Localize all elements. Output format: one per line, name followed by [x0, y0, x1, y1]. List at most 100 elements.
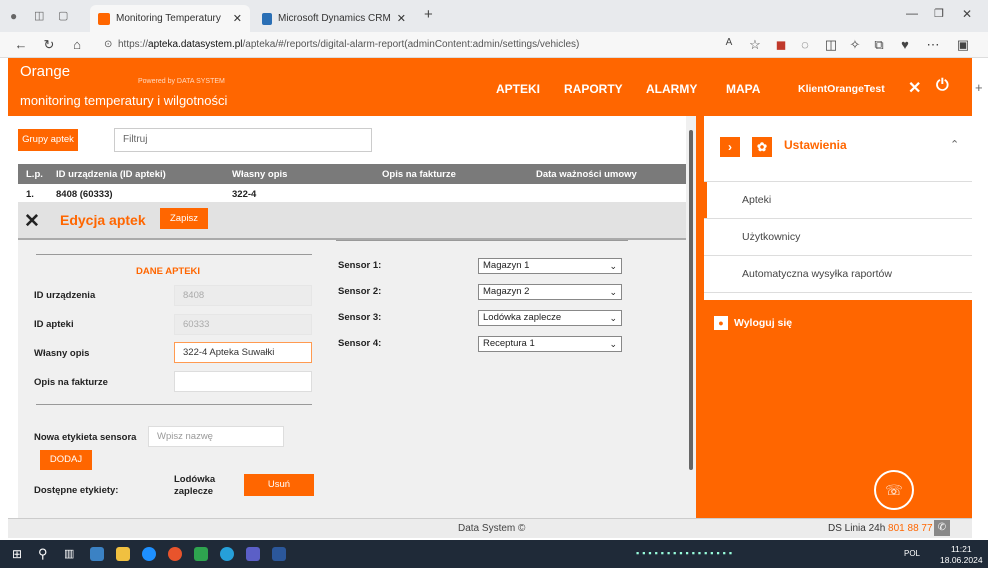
more-icon[interactable]: ⋯ — [924, 37, 942, 53]
close-tab-icon[interactable]: ✕ — [233, 12, 242, 25]
phone-icon[interactable]: ✆ — [934, 520, 950, 536]
performance-icon[interactable]: ♥ — [896, 37, 914, 52]
system-tray-icons[interactable]: ▪▪▪▪▪▪▪▪▪▪▪▪▪▪▪▪ — [636, 548, 856, 562]
grupy-aptek-button[interactable]: Grupy aptek — [18, 129, 78, 151]
main-scrollbar[interactable] — [686, 116, 696, 518]
url-field[interactable]: ⊙ https://apteka.datasystem.pl/apteka/#/… — [104, 35, 694, 55]
teams-icon[interactable] — [246, 547, 260, 561]
chevron-down-icon: ⌄ — [609, 261, 617, 271]
reload-icon[interactable]: ↻ — [40, 37, 58, 53]
favorite-star-icon[interactable]: ☆ — [746, 37, 764, 53]
main-content: Grupy aptek Filtruj L.p. ID urządzenia (… — [8, 116, 696, 518]
chevron-down-icon: ⌄ — [609, 313, 617, 323]
read-aloud-icon[interactable]: A — [720, 37, 738, 48]
nowa-etykieta-input[interactable]: Wpisz nazwę — [148, 426, 284, 447]
settings-title: Ustawienia — [784, 138, 847, 152]
collections-icon[interactable]: ⧉ — [870, 37, 888, 53]
wlasny-opis-field[interactable]: 322-4 Apteka Suwałki — [174, 342, 312, 363]
nav-alarmy[interactable]: ALARMY — [646, 82, 697, 96]
powered-by: Powered by DATA SYSTEM — [138, 78, 225, 85]
close-window-icon[interactable]: ✕ — [962, 7, 972, 21]
clock[interactable]: 11:21 18.06.2024 — [940, 544, 983, 566]
file-explorer-icon[interactable] — [116, 547, 130, 561]
new-tab-icon[interactable]: + — [424, 6, 433, 23]
brand-name: Orange — [20, 63, 71, 80]
nav-raporty[interactable]: RAPORTY — [564, 82, 623, 96]
tab-actions-icon[interactable]: ▢ — [58, 9, 68, 22]
expand-arrow-icon[interactable]: › — [720, 137, 740, 157]
sidebar-icon[interactable]: ▣ — [954, 37, 972, 53]
table-row[interactable]: 1. 8408 (60333) 322-4 — [18, 184, 694, 202]
workspaces-icon[interactable]: ◫ — [34, 9, 44, 22]
home-icon[interactable]: ⌂ — [68, 37, 86, 52]
search-icon[interactable]: ⚲ — [38, 546, 48, 562]
usun-button[interactable]: Usuń — [244, 474, 314, 496]
dynamics-favicon-icon — [262, 12, 272, 25]
nav-apteki[interactable]: APTEKI — [496, 82, 540, 96]
cell-id: 8408 (60333) — [56, 189, 113, 200]
clock-date: 18.06.2024 — [940, 555, 983, 565]
chevron-up-icon[interactable]: ⌃ — [950, 138, 959, 151]
refresh-ext-icon[interactable]: ◌ — [796, 37, 814, 52]
save-button[interactable]: Zapisz — [160, 208, 208, 229]
nav-mapa[interactable]: MAPA — [726, 82, 760, 96]
etykieta-name: Lodówka zaplecze — [174, 474, 216, 497]
settings-item-apteki[interactable]: Apteki — [704, 182, 972, 219]
back-icon[interactable]: ← — [12, 37, 30, 52]
power-icon[interactable]: ⏻ — [936, 77, 949, 95]
skype-icon[interactable] — [142, 547, 156, 561]
footer: Data System © DS Linia 24h 801 88 77 88 … — [8, 518, 972, 538]
user-name[interactable]: KlientOrangeTest — [798, 83, 885, 95]
cell-lp: 1. — [26, 189, 34, 200]
task-view-icon[interactable]: ▥ — [64, 547, 74, 560]
favorites-icon[interactable]: ✧ — [846, 37, 864, 53]
split-screen-icon[interactable]: ◫ — [822, 37, 840, 53]
logout-button[interactable]: ● Wyloguj się — [714, 316, 792, 330]
sensor-1-select[interactable]: Magazyn 1 ⌄ — [478, 258, 622, 274]
restore-icon[interactable]: ❐ — [934, 7, 944, 20]
settings-header[interactable]: › ✿ Ustawienia ⌃ — [704, 116, 972, 182]
dodaj-button[interactable]: DODAJ — [40, 450, 92, 470]
close-icon[interactable]: ✕ — [908, 78, 921, 98]
profile-icon[interactable]: ● — [10, 9, 17, 23]
minimize-icon[interactable]: — — [906, 6, 918, 20]
app-icon[interactable] — [194, 547, 208, 561]
add-sidebar-icon[interactable]: + — [975, 80, 983, 95]
app-header: Orange Powered by DATA SYSTEM monitoring… — [8, 58, 972, 116]
sensor-1-label: Sensor 1: — [338, 260, 382, 271]
language-indicator[interactable]: POL — [904, 549, 920, 558]
word-icon[interactable] — [272, 547, 286, 561]
footer-text: Data System © — [458, 523, 526, 534]
clock-time: 11:21 — [950, 544, 972, 554]
nowa-etykieta-label: Nowa etykieta sensora — [34, 432, 137, 443]
sensor-2-select[interactable]: Magazyn 2 ⌄ — [478, 284, 622, 300]
scrollbar-thumb[interactable] — [689, 130, 693, 470]
windows-start-icon[interactable]: ⊞ — [12, 547, 22, 561]
tab-dynamics[interactable]: Microsoft Dynamics CRM ✕ — [254, 5, 414, 32]
tab-monitoring[interactable]: Monitoring Temperatury ✕ — [90, 5, 250, 32]
divider — [36, 254, 312, 255]
divider — [36, 404, 312, 405]
settings-item-uzytkownicy[interactable]: Użytkownicy — [704, 219, 972, 256]
edge-icon[interactable] — [220, 547, 234, 561]
id-urzadzenia-label: ID urządzenia — [34, 290, 96, 301]
close-edit-icon[interactable]: ✕ — [24, 210, 40, 233]
opis-faktura-field[interactable] — [174, 371, 312, 392]
section-title: DANE APTEKI — [136, 266, 201, 277]
settings-item-wysylka[interactable]: Automatyczna wysyłka raportów — [704, 256, 972, 293]
close-tab-icon[interactable]: ✕ — [397, 12, 406, 25]
outlook-icon[interactable] — [90, 547, 104, 561]
phone-call-icon[interactable]: ☏ — [874, 470, 914, 510]
orange-favicon-icon — [98, 12, 110, 25]
sensor-3-select[interactable]: Lodówka zaplecze ⌄ — [478, 310, 622, 326]
extension-icon[interactable]: ◼ — [772, 37, 790, 53]
hotline-label: DS Linia 24h — [828, 523, 886, 534]
filter-input[interactable]: Filtruj — [114, 128, 372, 152]
settings-menu: › ✿ Ustawienia ⌃ Apteki Użytkownicy Auto… — [704, 116, 972, 300]
settings-panel: › ✿ Ustawienia ⌃ Apteki Użytkownicy Auto… — [696, 116, 972, 518]
firefox-icon[interactable] — [168, 547, 182, 561]
sensor-4-select[interactable]: Receptura 1 ⌄ — [478, 336, 622, 352]
selected-value: Magazyn 1 — [483, 260, 530, 271]
dostepne-etykiety-label: Dostępne etykiety: — [34, 485, 119, 496]
id-apteki-field: 60333 — [174, 314, 312, 335]
